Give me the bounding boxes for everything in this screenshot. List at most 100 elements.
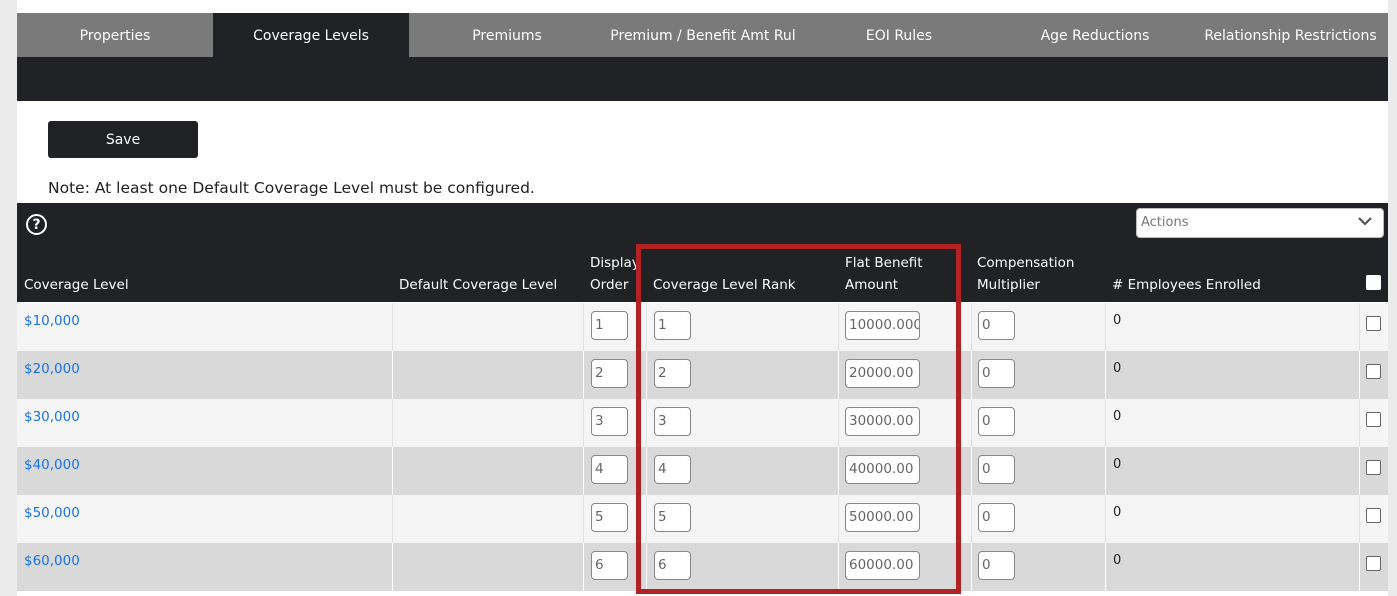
cell-divider (1105, 351, 1106, 399)
tab-relationship-restrictions[interactable]: Relationship Restrictions (1193, 13, 1388, 57)
col-coverage-level-rank[interactable]: Coverage Level Rank (653, 274, 796, 296)
table-row: $60,000 6 6 60000.00 0 0 (17, 543, 1388, 591)
cell-divider (971, 399, 972, 447)
main-panel: Properties Coverage Levels Premiums Prem… (17, 0, 1388, 596)
cell-divider (838, 303, 839, 351)
compensation-multiplier-input[interactable]: 0 (978, 311, 1015, 340)
coverage-level-rank-input[interactable]: 6 (654, 551, 691, 580)
table-row: $40,000 4 4 40000.00 0 0 (17, 447, 1388, 495)
cell-divider (1105, 543, 1106, 591)
col-compensation-multiplier-line2: Multiplier (977, 277, 1040, 293)
cell-divider (583, 399, 584, 447)
employees-enrolled-count: 0 (1113, 553, 1122, 568)
note-text: Note: At least one Default Coverage Leve… (48, 179, 535, 197)
col-display-order-line1[interactable]: Display (590, 252, 638, 274)
tab-coverage-levels[interactable]: Coverage Levels (213, 13, 409, 57)
tab-bar: Properties Coverage Levels Premiums Prem… (17, 13, 1388, 57)
row-checkbox[interactable] (1366, 412, 1381, 427)
col-coverage-level[interactable]: Coverage Level (24, 274, 129, 296)
cell-divider (838, 399, 839, 447)
row-checkbox[interactable] (1366, 556, 1381, 571)
employees-enrolled-count: 0 (1113, 313, 1122, 328)
coverage-level-link[interactable]: $20,000 (24, 361, 80, 377)
cell-divider (1105, 303, 1106, 351)
coverage-level-link[interactable]: $10,000 (24, 313, 80, 329)
flat-benefit-amount-input[interactable]: 40000.00 (845, 455, 920, 484)
cell-divider (838, 351, 839, 399)
col-compensation-multiplier-line1[interactable]: Compensation (977, 252, 1074, 274)
tab-age-reductions[interactable]: Age Reductions (997, 13, 1193, 57)
tab-premium-benefit-amt-rules[interactable]: Premium / Benefit Amt Rul (605, 13, 801, 57)
table-row: $10,000 1 1 10000.000 0 0 (17, 303, 1388, 351)
cell-divider (392, 543, 393, 591)
select-all-checkbox[interactable] (1366, 275, 1381, 290)
coverage-level-link[interactable]: $40,000 (24, 457, 80, 473)
display-order-input[interactable]: 5 (591, 503, 628, 532)
cell-divider (1105, 495, 1106, 543)
row-checkbox[interactable] (1366, 316, 1381, 331)
cell-divider (392, 495, 393, 543)
flat-benefit-amount-input[interactable]: 50000.00 (845, 503, 920, 532)
cell-divider (583, 303, 584, 351)
cell-divider (392, 303, 393, 351)
row-checkbox[interactable] (1366, 508, 1381, 523)
display-order-input[interactable]: 2 (591, 359, 628, 388)
row-checkbox[interactable] (1366, 460, 1381, 475)
compensation-multiplier-input[interactable]: 0 (978, 407, 1015, 436)
tab-eoi-rules[interactable]: EOI Rules (801, 13, 997, 57)
cell-divider (1359, 543, 1360, 591)
flat-benefit-amount-input[interactable]: 30000.00 (845, 407, 920, 436)
tab-properties[interactable]: Properties (17, 13, 213, 57)
cell-divider (838, 543, 839, 591)
cell-divider (838, 447, 839, 495)
cell-divider (646, 303, 647, 351)
coverage-level-rank-input[interactable]: 5 (654, 503, 691, 532)
cell-divider (646, 495, 647, 543)
cell-divider (1105, 447, 1106, 495)
save-button[interactable]: Save (48, 121, 198, 158)
coverage-level-link[interactable]: $50,000 (24, 505, 80, 521)
cell-divider (971, 303, 972, 351)
cell-divider (971, 447, 972, 495)
cell-divider (971, 543, 972, 591)
display-order-input[interactable]: 6 (591, 551, 628, 580)
compensation-multiplier-input[interactable]: 0 (978, 455, 1015, 484)
cell-divider (583, 447, 584, 495)
flat-benefit-amount-input[interactable]: 10000.000 (845, 311, 920, 340)
table-row: $20,000 2 2 20000.00 0 0 (17, 351, 1388, 399)
actions-placeholder: Actions (1141, 215, 1189, 230)
compensation-multiplier-input[interactable]: 0 (978, 503, 1015, 532)
display-order-input[interactable]: 3 (591, 407, 628, 436)
coverage-level-rank-input[interactable]: 4 (654, 455, 691, 484)
coverage-level-rank-input[interactable]: 2 (654, 359, 691, 388)
coverage-level-link[interactable]: $60,000 (24, 553, 80, 569)
col-flat-benefit-line1[interactable]: Flat Benefit (845, 252, 923, 274)
cell-divider (392, 399, 393, 447)
help-icon[interactable]: ? (26, 214, 47, 235)
display-order-input[interactable]: 4 (591, 455, 628, 484)
coverage-level-link[interactable]: $30,000 (24, 409, 80, 425)
cell-divider (1359, 399, 1360, 447)
cell-divider (971, 495, 972, 543)
cell-divider (392, 351, 393, 399)
col-default-coverage-level[interactable]: Default Coverage Level (399, 274, 557, 296)
compensation-multiplier-input[interactable]: 0 (978, 551, 1015, 580)
col-employees-enrolled[interactable]: # Employees Enrolled (1112, 274, 1261, 296)
cell-divider (971, 351, 972, 399)
coverage-level-rank-input[interactable]: 1 (654, 311, 691, 340)
compensation-multiplier-input[interactable]: 0 (978, 359, 1015, 388)
actions-dropdown[interactable]: Actions (1136, 208, 1384, 238)
employees-enrolled-count: 0 (1113, 505, 1122, 520)
flat-benefit-amount-input[interactable]: 60000.00 (845, 551, 920, 580)
display-order-input[interactable]: 1 (591, 311, 628, 340)
tab-premiums[interactable]: Premiums (409, 13, 605, 57)
cell-divider (1359, 351, 1360, 399)
cell-divider (646, 447, 647, 495)
coverage-level-rank-input[interactable]: 3 (654, 407, 691, 436)
sub-tab-bar (17, 57, 1388, 101)
cell-divider (583, 351, 584, 399)
cell-divider (646, 543, 647, 591)
row-checkbox[interactable] (1366, 364, 1381, 379)
table-row: $50,000 5 5 50000.00 0 0 (17, 495, 1388, 543)
flat-benefit-amount-input[interactable]: 20000.00 (845, 359, 920, 388)
